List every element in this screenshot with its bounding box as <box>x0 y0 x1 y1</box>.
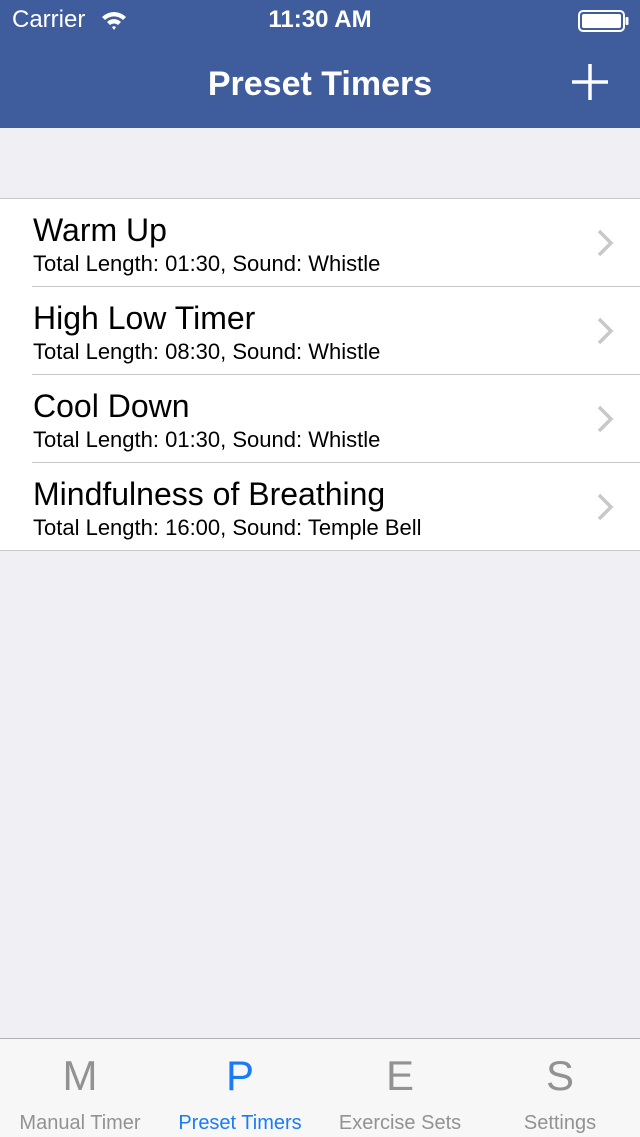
status-time: 11:30 AM <box>268 6 372 33</box>
tab-exercise-sets[interactable]: E Exercise Sets <box>320 1039 480 1137</box>
tab-manual-timer[interactable]: M Manual Timer <box>0 1039 160 1137</box>
timer-name: High Low Timer <box>33 300 256 336</box>
chevron-right-icon <box>597 229 614 257</box>
timer-details: Total Length: 16:00, Sound: Temple Bell <box>33 515 422 540</box>
timer-details: Total Length: 01:30, Sound: Whistle <box>33 251 381 276</box>
list-item-mindfulness-of-breathing[interactable]: Mindfulness of Breathing Total Length: 1… <box>32 462 640 550</box>
manual-timer-icon: M <box>62 1052 98 1099</box>
timer-name: Mindfulness of Breathing <box>33 476 386 512</box>
tab-settings[interactable]: S Settings <box>480 1039 640 1137</box>
tab-label: Settings <box>523 1112 597 1134</box>
tab-bar: M Manual Timer P Preset Timers E Exercis… <box>0 1038 640 1137</box>
chevron-right-icon <box>597 317 614 345</box>
page-title: Preset Timers <box>207 65 433 103</box>
list-item-warm-up[interactable]: Warm Up Total Length: 01:30, Sound: Whis… <box>0 199 640 286</box>
tab-label: Preset Timers <box>178 1112 302 1134</box>
status-bar: Carrier 11:30 AM <box>0 0 640 40</box>
tab-preset-timers[interactable]: P Preset Timers <box>160 1039 320 1137</box>
add-timer-button[interactable] <box>566 58 614 106</box>
list-item-high-low-timer[interactable]: High Low Timer Total Length: 08:30, Soun… <box>32 286 640 374</box>
tab-label: Manual Timer <box>19 1112 141 1134</box>
plus-icon <box>572 64 608 100</box>
battery-icon <box>578 10 629 32</box>
tab-label: Exercise Sets <box>338 1112 462 1134</box>
preset-timers-icon: P <box>225 1052 254 1099</box>
settings-icon: S <box>545 1052 574 1099</box>
navigation-header: Carrier 11:30 AM Preset Timers <box>0 0 640 128</box>
timer-name: Warm Up <box>33 212 167 248</box>
chevron-right-icon <box>597 493 614 521</box>
chevron-right-icon <box>597 405 614 433</box>
preset-timer-list: Warm Up Total Length: 01:30, Sound: Whis… <box>0 198 640 551</box>
timer-name: Cool Down <box>33 388 190 424</box>
exercise-sets-icon: E <box>385 1052 414 1099</box>
timer-details: Total Length: 01:30, Sound: Whistle <box>33 427 381 452</box>
list-item-cool-down[interactable]: Cool Down Total Length: 01:30, Sound: Wh… <box>32 374 640 462</box>
timer-details: Total Length: 08:30, Sound: Whistle <box>33 339 381 364</box>
